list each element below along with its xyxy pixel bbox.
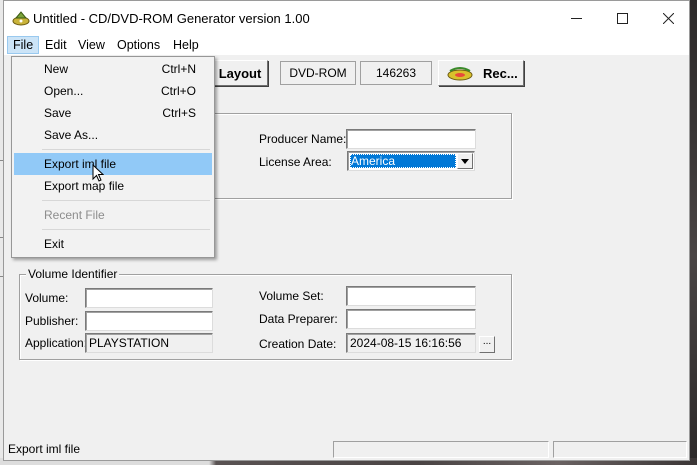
minimize-button[interactable]	[553, 1, 599, 35]
menu-item-new-label: New	[44, 62, 69, 76]
window-title: Untitled - CD/DVD-ROM Generator version …	[33, 11, 310, 26]
close-button[interactable]	[645, 1, 691, 35]
publisher-input[interactable]	[85, 311, 213, 331]
record-button[interactable]: Rec...	[438, 60, 524, 86]
status-bar: Export iml file	[4, 439, 689, 460]
data-preparer-label: Data Preparer:	[259, 312, 338, 326]
desktop-background-right	[690, 0, 697, 465]
menu-item-save-as-label: Save As...	[44, 128, 99, 142]
menu-options[interactable]: Options	[112, 36, 165, 54]
title-bar: Untitled - CD/DVD-ROM Generator version …	[4, 1, 689, 35]
menu-item-recent-file: Recent File	[14, 204, 212, 226]
menu-item-new-shortcut: Ctrl+N	[161, 62, 196, 76]
mouse-cursor-icon	[92, 164, 104, 182]
menu-item-open[interactable]: Open... Ctrl+O	[14, 80, 212, 102]
license-area-value: America	[350, 154, 456, 168]
menu-item-open-shortcut: Ctrl+O	[160, 84, 196, 98]
status-pane	[333, 441, 549, 458]
menu-item-save-label: Save	[44, 106, 72, 120]
menu-item-export-iml-label: Export iml file	[44, 157, 117, 171]
creation-date-label: Creation Date:	[259, 337, 337, 351]
menu-item-open-label: Open...	[44, 84, 84, 98]
app-window: Untitled - CD/DVD-ROM Generator version …	[3, 0, 690, 461]
menu-item-new[interactable]: New Ctrl+N	[14, 58, 212, 80]
application-label: Application:	[25, 336, 88, 350]
menu-item-export-iml[interactable]: Export iml file	[14, 153, 212, 175]
menu-item-export-map-label: Export map file	[44, 179, 125, 193]
menu-item-exit[interactable]: Exit	[14, 233, 212, 255]
publisher-label: Publisher:	[25, 314, 79, 328]
volume-input[interactable]	[85, 288, 213, 308]
menu-separator	[42, 200, 210, 201]
minimize-icon	[570, 17, 582, 19]
close-icon	[662, 12, 674, 24]
menu-item-export-map[interactable]: Export map file	[14, 175, 212, 197]
license-area-dropdown-button[interactable]	[457, 153, 473, 169]
application-field: PLAYSTATION	[85, 333, 213, 353]
producer-name-input[interactable]	[346, 129, 476, 149]
menu-item-save-as[interactable]: Save As...	[14, 124, 212, 146]
menu-view[interactable]: View	[73, 36, 110, 54]
record-button-label: Rec...	[483, 65, 518, 81]
file-menu-dropdown: New Ctrl+N Open... Ctrl+O Save Ctrl+S Sa…	[11, 56, 215, 258]
maximize-button[interactable]	[599, 1, 645, 35]
menu-item-recent-file-label: Recent File	[44, 208, 105, 222]
volume-label: Volume:	[25, 291, 69, 305]
creation-date-picker-button[interactable]: ...	[479, 336, 495, 353]
menu-edit[interactable]: Edit	[40, 36, 72, 54]
maximize-icon	[616, 12, 628, 24]
menu-item-save[interactable]: Save Ctrl+S	[14, 102, 212, 124]
license-area-label: License Area:	[259, 155, 332, 169]
volume-set-label: Volume Set:	[259, 289, 324, 303]
layout-button[interactable]: Layout	[212, 60, 268, 86]
menu-bar: File Edit View Options Help	[4, 35, 689, 55]
producer-name-label: Producer Name:	[259, 132, 347, 146]
status-text: Export iml file	[8, 442, 81, 456]
status-pane	[553, 441, 687, 458]
creation-date-field: 2024-08-15 16:16:56	[346, 333, 476, 353]
menu-item-exit-label: Exit	[44, 237, 65, 251]
menu-item-save-shortcut: Ctrl+S	[162, 106, 196, 120]
menu-file[interactable]: File	[7, 36, 40, 54]
volume-set-input[interactable]	[346, 286, 476, 306]
app-icon	[12, 11, 30, 26]
menu-help[interactable]: Help	[168, 36, 204, 54]
sector-count-display: 146263	[360, 61, 432, 85]
media-type-display: DVD-ROM	[280, 61, 356, 85]
chevron-down-icon	[461, 158, 469, 164]
volume-identifier-legend: Volume Identifier	[26, 267, 120, 281]
menu-separator	[42, 149, 210, 150]
license-area-select[interactable]: America	[347, 151, 475, 171]
menu-separator	[42, 229, 210, 230]
data-preparer-input[interactable]	[346, 309, 476, 329]
disc-burn-icon	[447, 67, 473, 81]
